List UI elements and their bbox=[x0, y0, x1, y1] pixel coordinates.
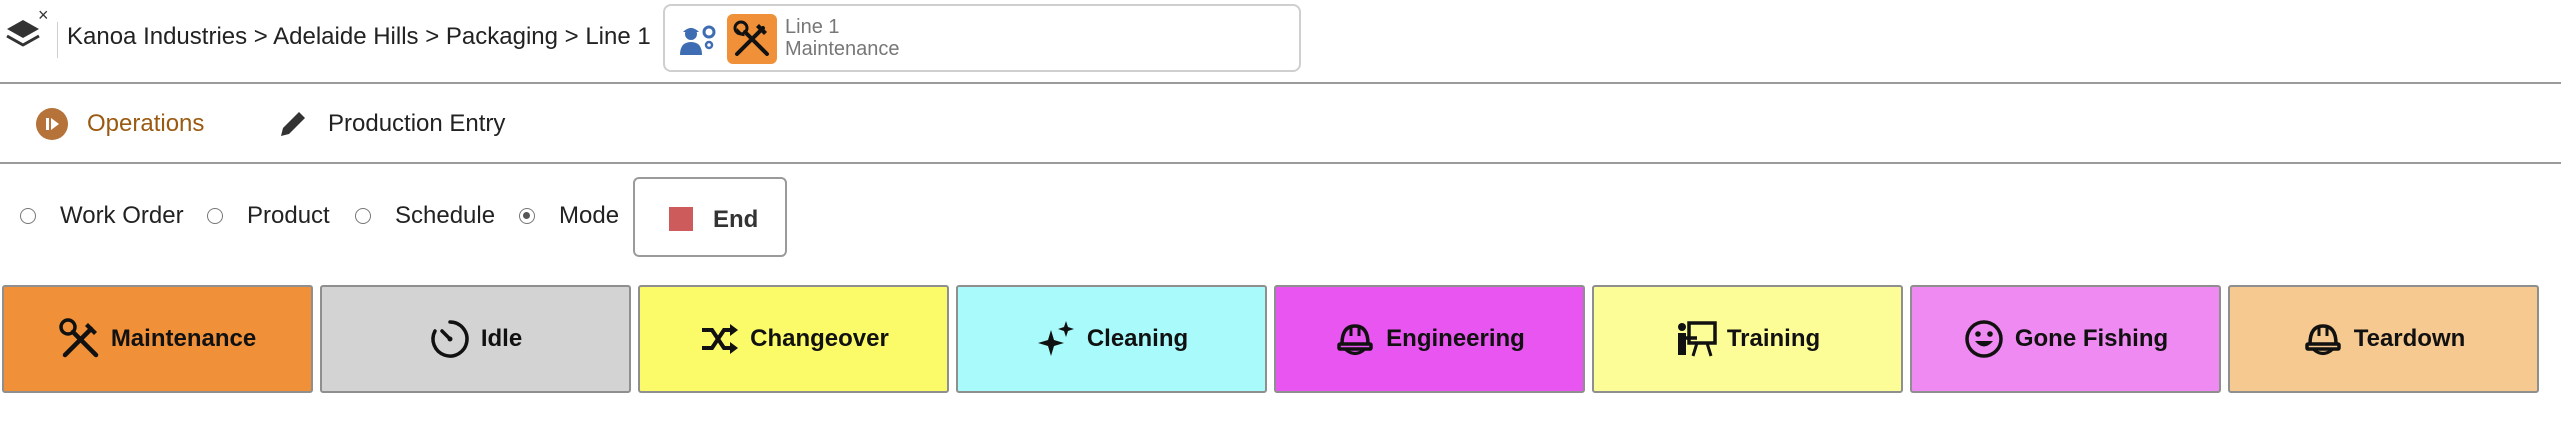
radio-work-order[interactable]: Work Order bbox=[20, 202, 184, 230]
wrench-screwdriver-icon bbox=[59, 318, 99, 358]
mode-label: Training bbox=[1726, 325, 1821, 352]
mode-label: Maintenance bbox=[110, 325, 257, 352]
radio-circle[interactable] bbox=[207, 208, 223, 224]
mode-tile-maintenance[interactable]: Maintenance bbox=[2, 285, 313, 393]
tab-operations-label: Operations bbox=[87, 110, 205, 137]
tab-production-entry-label: Production Entry bbox=[328, 110, 506, 137]
mode-label: Idle bbox=[480, 325, 523, 352]
end-button[interactable]: End bbox=[633, 177, 787, 257]
timer-icon bbox=[431, 320, 469, 358]
breadcrumb[interactable]: Kanoa Industries > Adelaide Hills > Pack… bbox=[67, 22, 651, 52]
hard-hat-icon bbox=[2304, 324, 2341, 355]
play-circle-icon bbox=[36, 108, 68, 140]
layers-icon[interactable] bbox=[4, 16, 42, 56]
radio-label: Product bbox=[247, 202, 330, 229]
top-header: × Kanoa Industries > Adelaide Hills > Pa… bbox=[0, 0, 2561, 84]
mode-label: Cleaning bbox=[1086, 325, 1189, 352]
tab-operations[interactable]: Operations bbox=[35, 102, 204, 146]
mode-tile-training[interactable]: Training bbox=[1592, 285, 1903, 393]
smiley-icon bbox=[1965, 320, 2003, 358]
end-button-label: End bbox=[713, 206, 759, 233]
divider bbox=[57, 22, 58, 58]
tab-production-entry[interactable]: Production Entry bbox=[276, 102, 505, 146]
radio-schedule[interactable]: Schedule bbox=[355, 202, 495, 230]
asset-line-name: Line 1 bbox=[785, 16, 840, 38]
pencil-icon bbox=[281, 112, 305, 136]
presenter-board-icon bbox=[1677, 321, 1717, 357]
stop-square-icon bbox=[669, 207, 693, 231]
mode-tile-changeover[interactable]: Changeover bbox=[638, 285, 949, 393]
radio-label: Schedule bbox=[395, 202, 496, 229]
wrench-screwdriver-icon bbox=[733, 20, 769, 56]
mode-label: Teardown bbox=[2353, 325, 2466, 352]
sparkles-icon bbox=[1037, 321, 1074, 356]
mode-label: Engineering bbox=[1386, 325, 1525, 352]
shuffle-icon bbox=[702, 324, 739, 354]
radio-product[interactable]: Product bbox=[207, 202, 330, 230]
mode-tile-cleaning[interactable]: Cleaning bbox=[956, 285, 1267, 393]
asset-status-text: Maintenance bbox=[785, 38, 900, 60]
mode-label: Changeover bbox=[750, 325, 889, 352]
radio-label: Work Order bbox=[60, 202, 184, 229]
radio-circle[interactable] bbox=[20, 208, 36, 224]
worker-settings-icon bbox=[680, 25, 716, 55]
mode-tile-gone-fishing[interactable]: Gone Fishing bbox=[1910, 285, 2221, 393]
maintenance-badge bbox=[727, 14, 777, 64]
radio-circle-selected[interactable] bbox=[519, 208, 535, 224]
mode-tiles: Maintenance Idle Changeover Cleaning Eng… bbox=[0, 285, 2561, 395]
mode-tile-engineering[interactable]: Engineering bbox=[1274, 285, 1585, 393]
radio-circle[interactable] bbox=[355, 208, 371, 224]
asset-status-card[interactable]: Line 1 Maintenance bbox=[663, 4, 1301, 72]
tab-bar: Operations Production Entry bbox=[0, 84, 2561, 164]
radio-label: Mode bbox=[559, 202, 620, 229]
mode-tile-idle[interactable]: Idle bbox=[320, 285, 631, 393]
mode-tile-teardown[interactable]: Teardown bbox=[2228, 285, 2539, 393]
mode-label: Gone Fishing bbox=[2014, 325, 2169, 352]
hard-hat-icon bbox=[1337, 324, 1373, 355]
radio-mode[interactable]: Mode bbox=[519, 202, 619, 230]
close-icon[interactable]: × bbox=[38, 6, 49, 24]
